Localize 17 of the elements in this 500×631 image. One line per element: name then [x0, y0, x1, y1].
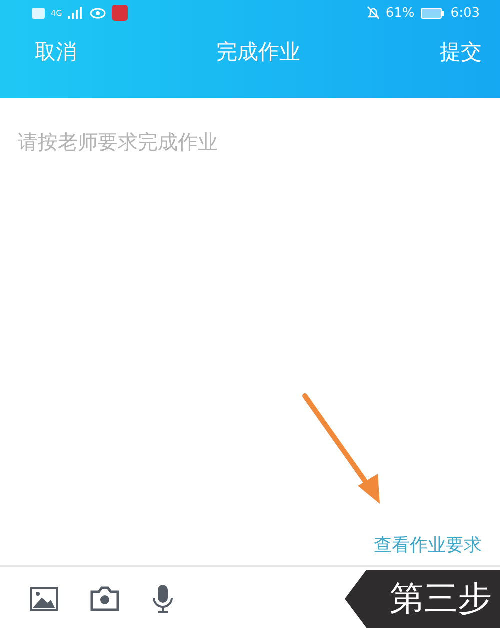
- microphone-icon[interactable]: [152, 584, 174, 614]
- eye-icon: [90, 8, 106, 18]
- homework-input-field[interactable]: 请按老师要求完成作业: [18, 130, 478, 154]
- cancel-button[interactable]: 取消: [35, 38, 77, 66]
- image-icon[interactable]: [30, 587, 58, 611]
- submit-button[interactable]: 提交: [440, 38, 482, 66]
- camera-icon[interactable]: [90, 586, 120, 612]
- battery-percent: 61%: [386, 6, 415, 20]
- app-icon: [112, 5, 128, 21]
- network-type: 4G: [51, 8, 62, 18]
- signal-icon: [68, 7, 84, 19]
- battery-icon: [420, 8, 445, 18]
- step-label: 第三步: [390, 578, 492, 621]
- bell-muted-icon: [366, 6, 380, 20]
- view-requirements-link[interactable]: 查看作业要求: [374, 533, 482, 557]
- clock-time: 6:03: [450, 6, 480, 20]
- page-title: 完成作业: [216, 39, 300, 66]
